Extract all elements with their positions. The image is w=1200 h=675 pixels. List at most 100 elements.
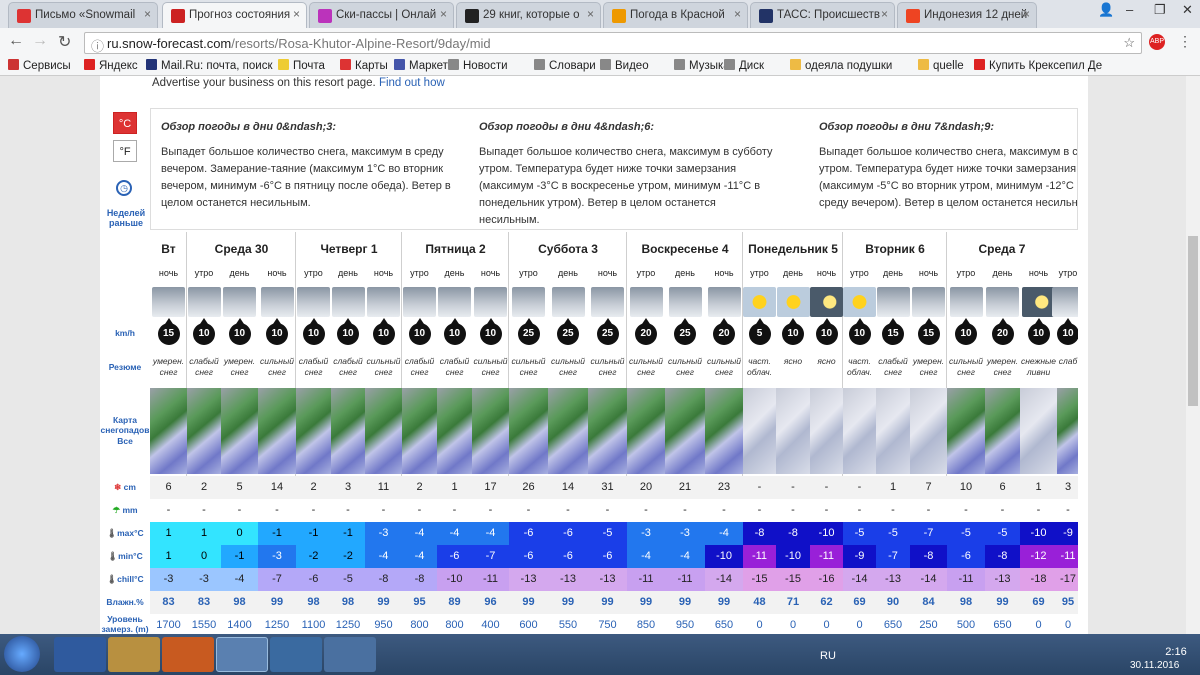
snow-value: 6	[985, 476, 1020, 499]
browser-tab[interactable]: ТАСС: Происшеств ×	[750, 2, 895, 28]
chrome-taskbar-icon[interactable]	[216, 637, 268, 672]
celsius-button[interactable]: °C	[113, 112, 137, 134]
bookmark-item[interactable]: Маркет	[394, 59, 448, 72]
wind-icon: 10	[1057, 318, 1078, 345]
browser-tab[interactable]: Письмо «Snowmail ×	[8, 2, 158, 28]
tab-close-icon[interactable]: ×	[1023, 7, 1030, 21]
bookmark-star-icon[interactable]: ☆	[1123, 35, 1135, 51]
start-button[interactable]	[4, 636, 40, 672]
bookmark-item[interactable]: Диск	[724, 59, 764, 72]
chill-value: -7	[258, 568, 296, 591]
max-temp-value: -6	[548, 522, 588, 545]
clock-icon[interactable]: ◷	[116, 180, 132, 196]
humidity-value: 98	[221, 591, 258, 614]
freeze-level-value: 800	[402, 614, 437, 634]
rain-value: -	[665, 499, 705, 522]
chill-unit: chill°C	[117, 574, 144, 584]
snow-map-thumbnail	[509, 388, 548, 474]
rain-value: -	[843, 499, 876, 522]
bookmark-item[interactable]: Карты	[340, 59, 388, 72]
adblock-icon[interactable]: ABP	[1149, 34, 1165, 50]
bookmark-label: одеяла подушки	[805, 60, 893, 72]
browser-tab[interactable]: Погода в Красной ×	[603, 2, 748, 28]
tab-close-icon[interactable]: ×	[587, 7, 594, 21]
max-temp-value: -4	[402, 522, 437, 545]
min-temp-value: -8	[910, 545, 947, 568]
bookmark-item[interactable]: Купить Крексепил Де	[974, 59, 1102, 72]
snow-cloud-icon	[438, 287, 471, 317]
app-taskbar-icon[interactable]	[324, 637, 376, 672]
bookmark-item[interactable]: Видео	[600, 59, 649, 72]
humidity-value: 98	[296, 591, 331, 614]
snow-cloud-icon	[260, 287, 294, 317]
browser-tab[interactable]: Индонезия 12 дней ×	[897, 2, 1037, 28]
reload-icon[interactable]: ↻	[58, 32, 71, 52]
freeze-level-value: 650	[705, 614, 743, 634]
tab-close-icon[interactable]: ×	[881, 7, 888, 21]
bookmark-item[interactable]: Новости	[448, 59, 508, 72]
audio-taskbar-icon[interactable]	[270, 637, 322, 672]
bookmark-item[interactable]: Почта	[278, 59, 325, 72]
period-cell: ночь	[158, 268, 179, 278]
min-temp-value: -6	[947, 545, 985, 568]
bookmark-item[interactable]: Mail.Ru: почта, поиск	[146, 59, 273, 72]
map-all-link[interactable]: Все	[100, 436, 150, 446]
chill-value: -13	[548, 568, 588, 591]
browser-tab[interactable]: Прогноз состояния ×	[162, 2, 307, 29]
media-taskbar-icon[interactable]	[162, 637, 214, 672]
page-scrollbar[interactable]	[1186, 76, 1200, 634]
min-temp-value: -9	[843, 545, 876, 568]
user-icon[interactable]: 👤	[1098, 2, 1114, 18]
browser-tab[interactable]: 29 книг, которые о ×	[456, 2, 601, 28]
page-info-icon[interactable]: ⓘ	[91, 36, 104, 55]
fahrenheit-button[interactable]: °F	[113, 140, 137, 162]
bookmark-item[interactable]: Яндекс	[84, 59, 138, 72]
browser-tab[interactable]: Ски-пассы | Онлай ×	[309, 2, 454, 28]
address-bar[interactable]: ⓘ ru.snow-forecast.com/resorts/Rosa-Khut…	[84, 32, 1142, 54]
language-indicator[interactable]: RU	[820, 650, 836, 662]
period-cell: ночь	[918, 268, 939, 278]
wind-label: km/h	[115, 328, 135, 338]
chill-value: -8	[402, 568, 437, 591]
prev-week-link[interactable]: Неделей раньше	[102, 208, 150, 228]
snow-label: ❄ cm	[100, 482, 150, 492]
bookmark-item[interactable]: Музыка	[674, 59, 730, 72]
bookmark-item[interactable]: Словари	[534, 59, 596, 72]
close-window-button[interactable]: ✕	[1182, 2, 1193, 18]
humidity-value: 99	[509, 591, 548, 614]
wind-icon: 15	[882, 318, 904, 345]
minimize-button[interactable]: –	[1126, 2, 1133, 17]
chill-label: 🌡chill°C	[100, 574, 150, 584]
menu-icon[interactable]: ⋮	[1178, 33, 1192, 50]
rain-unit: mm	[122, 505, 138, 515]
min-temp-value: -6	[509, 545, 548, 568]
rain-value: -	[221, 499, 258, 522]
wind-icon: 20	[713, 318, 735, 345]
max-label: 🌡max°C	[100, 528, 150, 538]
snow-map-thumbnail	[187, 388, 221, 474]
bookmark-item[interactable]: Сервисы	[8, 59, 71, 72]
find-out-link[interactable]: Find out how	[379, 77, 445, 89]
maximize-button[interactable]: ❐	[1154, 2, 1166, 18]
scrollbar-thumb[interactable]	[1188, 236, 1198, 406]
tab-close-icon[interactable]: ×	[440, 7, 447, 21]
ie-taskbar-icon[interactable]	[54, 637, 106, 672]
tab-close-icon[interactable]: ×	[734, 7, 741, 21]
snow-cloud-icon	[707, 287, 741, 317]
day-header: Воскресенье 4	[627, 232, 743, 262]
bookmark-item[interactable]: одеяла подушки	[790, 59, 892, 72]
tab-close-icon[interactable]: ×	[293, 7, 300, 21]
bookmark-item[interactable]: quelle	[918, 59, 964, 72]
snow-map-thumbnail	[627, 388, 665, 474]
chill-value: -14	[843, 568, 876, 591]
back-icon[interactable]: ←	[8, 32, 24, 50]
humidity-value: 95	[1057, 591, 1078, 614]
tab-favicon	[17, 9, 31, 23]
tab-close-icon[interactable]: ×	[144, 7, 151, 21]
period-cell: день	[883, 268, 903, 278]
explorer-taskbar-icon[interactable]	[108, 637, 160, 672]
wind-icon: 10	[955, 318, 977, 345]
forward-icon[interactable]: →	[32, 32, 48, 50]
snow-map-thumbnail	[743, 388, 776, 474]
wind-icon: 10	[372, 318, 395, 345]
